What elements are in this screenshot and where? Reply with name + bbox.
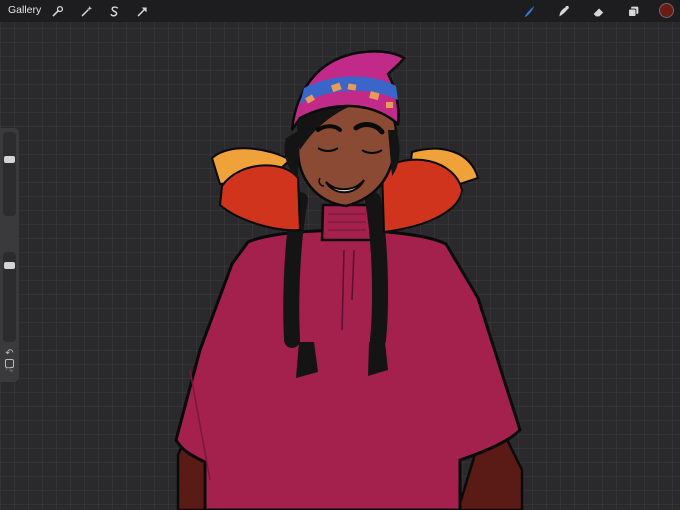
poncho — [174, 228, 522, 510]
eraser-icon[interactable] — [590, 3, 606, 19]
right-braid — [365, 192, 389, 348]
color-swatch[interactable] — [659, 3, 674, 18]
arrow-cursor-icon[interactable] — [134, 3, 150, 19]
top-toolbar: Gallery — [0, 0, 680, 22]
wrench-icon[interactable] — [49, 3, 65, 19]
canvas-artwork[interactable] — [0, 22, 680, 510]
smudge-icon[interactable] — [555, 3, 571, 19]
brush-icon[interactable] — [521, 3, 537, 19]
left-braid-tip — [296, 342, 318, 378]
right-braid-tip — [368, 342, 388, 376]
selection-s-icon[interactable] — [106, 3, 122, 19]
layers-icon[interactable] — [625, 3, 641, 19]
magic-wand-icon[interactable] — [78, 3, 94, 19]
left-pompom-red — [218, 164, 302, 232]
gallery-button[interactable]: Gallery — [8, 4, 41, 16]
